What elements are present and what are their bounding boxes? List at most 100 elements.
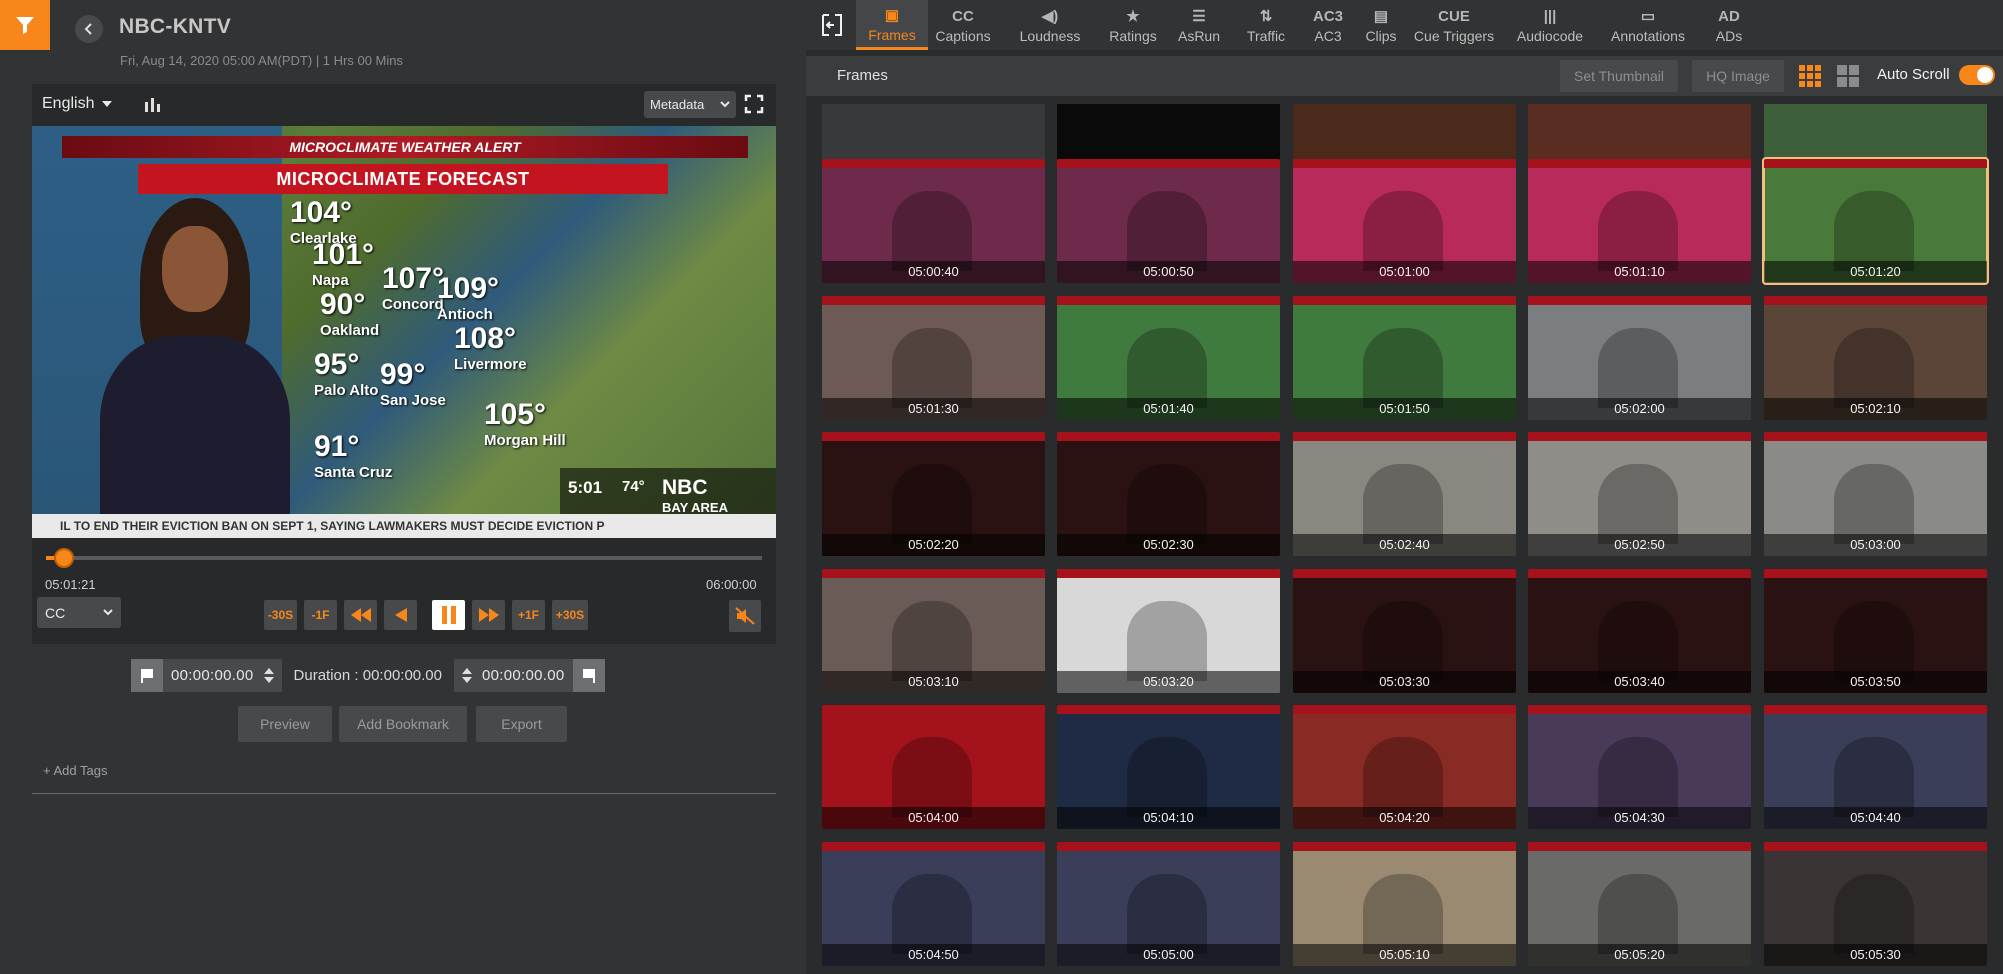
language-select[interactable]: English: [42, 95, 113, 113]
thumb-subject: [1363, 737, 1443, 817]
frame-thumbnail[interactable]: 05:01:30: [822, 296, 1045, 420]
frame-thumbnail[interactable]: 05:02:30: [1057, 432, 1280, 556]
frame-thumbnail[interactable]: 05:01:00: [1293, 159, 1516, 283]
frame-thumbnail[interactable]: 05:02:00: [1528, 296, 1751, 420]
speaker-muted-icon: [735, 607, 755, 625]
fast-forward-button[interactable]: [472, 600, 505, 630]
in-time-input[interactable]: 00:00:00.00: [163, 667, 262, 684]
thumb-subject: [1363, 328, 1443, 408]
frame-thumbnail[interactable]: 05:05:00: [1057, 842, 1280, 966]
frame-thumbnail[interactable]: 05:05:30: [1764, 842, 1987, 966]
frame-timestamp: 05:02:40: [1293, 534, 1516, 556]
tab-audiocode[interactable]: ||| Audiocode: [1502, 0, 1598, 50]
forward-1-frame-button[interactable]: +1F: [512, 600, 545, 630]
seek-handle[interactable]: [53, 548, 74, 568]
tab-ratings[interactable]: ★ Ratings: [1100, 0, 1166, 50]
grid-small-icon[interactable]: [1837, 65, 1859, 87]
frame-thumbnail[interactable]: 05:04:00: [822, 705, 1045, 829]
tab-ads[interactable]: AD ADs: [1698, 0, 1760, 50]
tab-label: Captions: [935, 28, 991, 44]
set-thumbnail-button[interactable]: Set Thumbnail: [1560, 60, 1678, 92]
frame-thumbnail[interactable]: 05:01:20: [1762, 157, 1989, 285]
frame-timestamp: 05:02:30: [1057, 534, 1280, 556]
tab-annotations[interactable]: ▭ Annotations: [1600, 0, 1696, 50]
collapse-panel-icon[interactable]: [820, 13, 844, 37]
tab-captions[interactable]: CC Captions: [926, 0, 1000, 50]
thumb-subject: [1363, 601, 1443, 681]
thumb-banner: [1528, 842, 1751, 851]
audio-levels-icon[interactable]: [144, 98, 162, 112]
seek-bar[interactable]: [46, 548, 762, 568]
frame-thumbnail[interactable]: 05:04:20: [1293, 705, 1516, 829]
frame-thumbnail[interactable]: 05:04:30: [1528, 705, 1751, 829]
tab-label: AsRun: [1177, 28, 1221, 44]
rewind-icon: [350, 608, 371, 622]
export-button[interactable]: Export: [476, 706, 567, 742]
auto-scroll-toggle[interactable]: [1959, 65, 1995, 85]
grid-large-icon[interactable]: [1799, 65, 1821, 87]
preview-button[interactable]: Preview: [238, 706, 332, 742]
thumb-banner: [1528, 159, 1751, 168]
thumb-banner: [1057, 296, 1280, 305]
out-time-stepper[interactable]: [460, 668, 474, 683]
frame-thumbnail[interactable]: 05:03:30: [1293, 569, 1516, 693]
tab-ac3[interactable]: AC3 AC3: [1302, 0, 1354, 50]
tab-clips[interactable]: ▤ Clips: [1356, 0, 1406, 50]
frame-thumbnail[interactable]: 05:01:40: [1057, 296, 1280, 420]
add-tags-link[interactable]: + Add Tags: [43, 763, 107, 778]
back-30s-button[interactable]: -30S: [264, 600, 297, 630]
frame-thumbnail[interactable]: 05:03:50: [1764, 569, 1987, 693]
frame-thumbnail[interactable]: 05:04:10: [1057, 705, 1280, 829]
frame-thumbnail[interactable]: 05:02:40: [1293, 432, 1516, 556]
forward-30s-button[interactable]: +30S: [552, 600, 588, 630]
video-frame[interactable]: MICROCLIMATE WEATHER ALERT MICROCLIMATE …: [32, 126, 776, 538]
frame-thumbnail[interactable]: 05:03:20: [1057, 569, 1280, 693]
thumb-banner: [1764, 705, 1987, 714]
tab-asrun[interactable]: ☰ AsRun: [1168, 0, 1230, 50]
mark-out-button[interactable]: [572, 659, 605, 692]
frame-thumbnail[interactable]: 05:00:40: [822, 159, 1045, 283]
fullscreen-icon[interactable]: [744, 94, 764, 114]
thumb-subject: [1127, 601, 1207, 681]
channel-title: NBC-KNTV: [119, 15, 232, 38]
step-back-button[interactable]: [384, 600, 417, 630]
frame-thumbnail[interactable]: 05:01:50: [1293, 296, 1516, 420]
out-time-input[interactable]: 00:00:00.00: [474, 667, 573, 684]
back-1-frame-button[interactable]: -1F: [304, 600, 337, 630]
tab-label: Audiocode: [1516, 28, 1584, 44]
rewind-button[interactable]: [344, 600, 377, 630]
forecast-banner: MICROCLIMATE FORECAST: [138, 164, 668, 194]
frame-thumbnail[interactable]: 05:01:10: [1528, 159, 1751, 283]
mute-button[interactable]: [729, 600, 761, 632]
metadata-select[interactable]: Metadata: [644, 91, 736, 118]
filter-button[interactable]: [0, 0, 50, 50]
add-bookmark-button[interactable]: Add Bookmark: [339, 706, 467, 742]
flag-icon: [582, 668, 595, 683]
hq-image-button[interactable]: HQ Image: [1692, 60, 1784, 92]
frame-thumbnail[interactable]: 05:03:40: [1528, 569, 1751, 693]
onscreen-temp: 74°: [622, 478, 645, 495]
tab-loudness[interactable]: ◀) Loudness: [1002, 0, 1098, 50]
fast-forward-icon: [478, 608, 499, 622]
thumb-subject: [892, 328, 972, 408]
frame-thumbnail[interactable]: 05:00:50: [1057, 159, 1280, 283]
frame-thumbnail[interactable]: 05:03:10: [822, 569, 1045, 693]
frame-thumbnail[interactable]: 05:05:20: [1528, 842, 1751, 966]
pause-button[interactable]: [432, 600, 465, 630]
cc-select[interactable]: CC: [37, 597, 121, 628]
in-time-stepper[interactable]: [262, 668, 276, 683]
frame-thumbnail[interactable]: 05:04:40: [1764, 705, 1987, 829]
tab-cue-triggers[interactable]: CUE Cue Triggers: [1408, 0, 1500, 50]
frame-thumbnail[interactable]: 05:04:50: [822, 842, 1045, 966]
tab-frames[interactable]: ▣ Frames: [856, 0, 928, 50]
frame-thumbnail[interactable]: 05:03:00: [1764, 432, 1987, 556]
frame-thumbnail[interactable]: 05:02:10: [1764, 296, 1987, 420]
mark-in-button[interactable]: [131, 659, 163, 692]
map-temp: 109° Antioch: [437, 272, 500, 323]
frame-thumbnail[interactable]: 05:02:50: [1528, 432, 1751, 556]
frame-thumbnail[interactable]: 05:05:10: [1293, 842, 1516, 966]
tab-traffic[interactable]: ⇅ Traffic: [1232, 0, 1300, 50]
thumb-subject: [1834, 874, 1914, 954]
back-button[interactable]: [75, 15, 103, 43]
frame-thumbnail[interactable]: 05:02:20: [822, 432, 1045, 556]
